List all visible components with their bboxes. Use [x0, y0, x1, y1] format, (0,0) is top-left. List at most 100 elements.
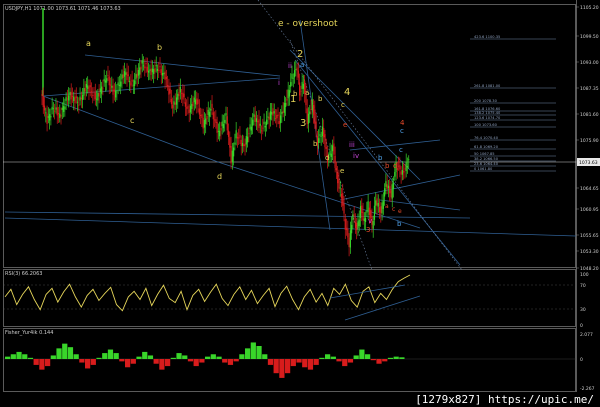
fisher-bar: [153, 359, 159, 364]
candle-body: [339, 187, 341, 189]
fib-level-label: 0 1061.80: [474, 167, 493, 171]
candle-body: [366, 211, 368, 213]
candle-body: [376, 198, 378, 206]
candle-body: [60, 114, 62, 117]
candle-body: [158, 69, 160, 71]
candle-body: [257, 120, 259, 123]
candle-body: [380, 206, 382, 214]
candle-body: [240, 139, 242, 147]
fib-level-label: 138.2 1075.40: [474, 111, 501, 115]
candle-body: [93, 91, 95, 93]
candle-body: [249, 124, 251, 130]
wave-label-roman: i: [278, 79, 280, 87]
wave-label-small: c: [399, 146, 403, 154]
candle-body: [198, 108, 200, 115]
candle-body: [286, 98, 288, 101]
fib-level-label: 261.8 1081.00: [474, 84, 501, 88]
candle-body: [45, 112, 47, 114]
candle-body: [130, 82, 132, 86]
fib-level-label: 423.6 1100.35: [474, 35, 500, 39]
candle-body: [150, 68, 152, 75]
channel-line: [294, 59, 461, 266]
candle-body: [104, 80, 107, 83]
candle-body: [349, 230, 351, 248]
candle-body: [279, 115, 282, 124]
candle-body: [113, 89, 115, 92]
fib-level-label: 200 1078.30: [474, 99, 498, 103]
fisher-bar: [119, 359, 125, 362]
candle-body: [405, 162, 407, 172]
fisher-bar: [67, 347, 74, 359]
candle-body: [394, 172, 396, 177]
candle-body: [226, 116, 228, 131]
axis-tick-label: 1075.90: [580, 138, 599, 144]
fisher-bar: [227, 359, 234, 365]
candle-body: [134, 80, 136, 87]
candle-body: [401, 170, 403, 175]
channel-line: [4, 217, 577, 237]
candle-body: [356, 222, 358, 231]
fisher-bar: [387, 357, 394, 359]
candle-body: [243, 144, 245, 146]
fisher-bar: [170, 357, 176, 359]
candle-body: [47, 116, 49, 118]
candle-body: [361, 205, 363, 214]
candle-body: [144, 66, 146, 69]
candle-body: [229, 137, 231, 148]
target-label: b: [385, 162, 390, 170]
fisher-tick-label: 2.077: [580, 332, 593, 338]
candle-body: [241, 142, 244, 147]
candle-body: [118, 84, 121, 86]
candle-body: [314, 109, 316, 124]
candle-body: [137, 70, 140, 76]
candle-body: [74, 97, 76, 104]
candle-body: [102, 87, 104, 89]
candle-body: [205, 118, 207, 125]
candle-body: [103, 78, 105, 82]
candle-body: [403, 171, 405, 173]
candle-body: [79, 96, 81, 101]
fisher-bar: [73, 354, 79, 359]
candle-body: [87, 85, 89, 89]
candle-body: [318, 138, 320, 143]
candle-body: [42, 95, 44, 108]
candle-body: [406, 166, 409, 168]
candle-body: [75, 96, 77, 99]
candle-body: [168, 85, 170, 95]
candle-body: [69, 91, 71, 96]
candle-body: [259, 123, 261, 126]
candle-body: [132, 84, 134, 86]
fisher-bar: [285, 359, 291, 374]
candle-body: [46, 113, 48, 125]
fisher-bar: [302, 359, 308, 368]
candle-body: [122, 74, 124, 79]
axis-tick-label: 1081.60: [580, 112, 599, 118]
candle-body: [71, 96, 74, 97]
fisher-bar: [50, 355, 56, 359]
candle-body: [354, 222, 357, 228]
wave-label-triangle: a: [86, 39, 91, 48]
candle-body: [68, 95, 70, 101]
candle-body: [141, 60, 143, 64]
candle-body: [295, 69, 297, 70]
wave-label-b: b: [313, 140, 318, 148]
candle-body: [283, 102, 285, 113]
candle-body: [320, 136, 322, 137]
chart-window: USDJPY,H1 1071.00 1073.61 1071.46 1073.6…: [0, 0, 600, 407]
fisher-bar: [130, 359, 136, 364]
candle-body: [364, 218, 367, 223]
fisher-bar: [165, 359, 171, 367]
candle-body: [156, 69, 159, 71]
candle-body: [224, 119, 226, 123]
candle-body: [212, 112, 214, 120]
candle-body: [264, 125, 266, 128]
candle-body: [250, 126, 252, 131]
axis-tick-label: 1053.30: [580, 249, 599, 255]
candle-body: [278, 121, 280, 124]
candle-body: [236, 136, 239, 139]
candle-body: [292, 77, 294, 79]
rsi-tick-label: 70: [580, 283, 586, 289]
candle-body: [57, 113, 60, 115]
candle-body: [225, 113, 227, 116]
rsi-tick-label: 100: [580, 272, 589, 278]
